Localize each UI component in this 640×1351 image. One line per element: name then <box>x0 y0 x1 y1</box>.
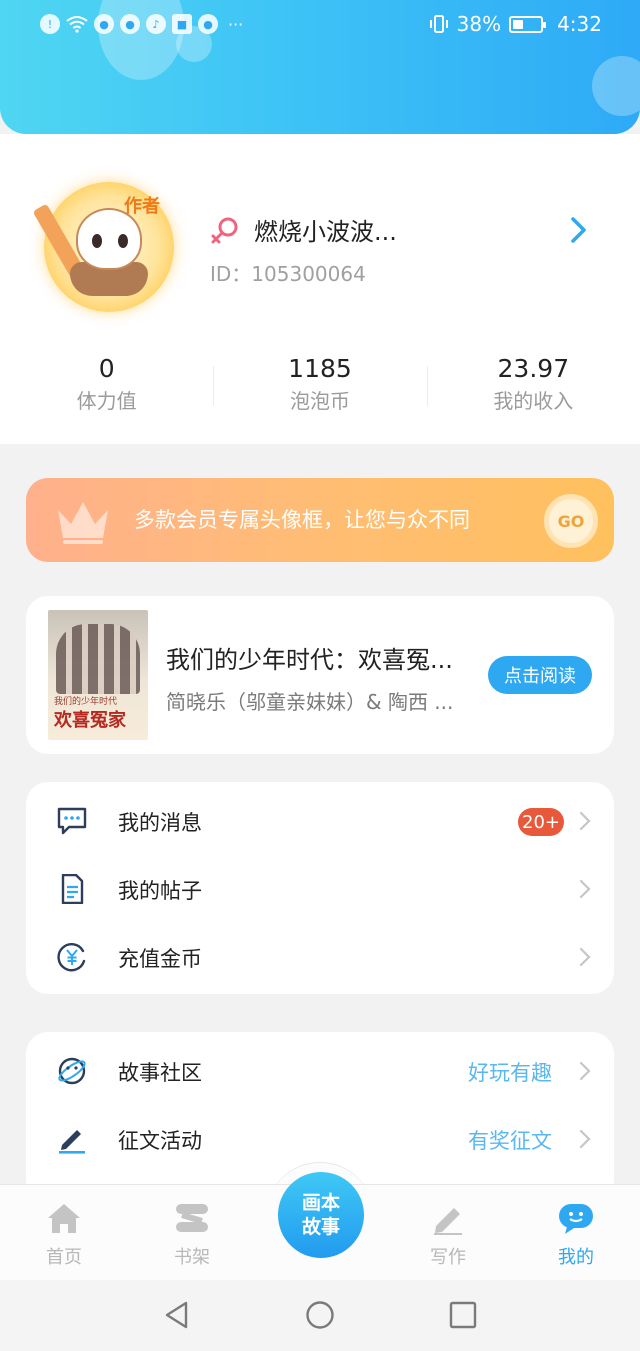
menu-card: 我的消息 20+ 我的帖子 充值金币 <box>26 782 614 994</box>
chevron-right-icon <box>579 1129 591 1149</box>
avatar[interactable]: 作者 <box>32 182 174 312</box>
document-icon <box>61 874 84 904</box>
vip-banner[interactable]: 多款会员专属头像框，让您与众不同 GO <box>26 478 614 562</box>
decorative-bubble <box>592 56 640 116</box>
system-navigation-bar <box>0 1280 640 1351</box>
chevron-right-icon <box>579 879 591 899</box>
battery-icon <box>509 15 547 33</box>
chevron-right-icon <box>579 1061 591 1081</box>
center-button-line1: 画本 <box>301 1192 340 1214</box>
yen-coin-icon <box>57 943 86 972</box>
music-icon: ♪ <box>146 14 166 34</box>
write-icon <box>434 1208 462 1235</box>
menu-item-recharge[interactable]: 充值金币 <box>26 922 614 990</box>
message-icon <box>57 807 87 835</box>
status-bar: ! ● ● ♪ ■ ● ··· 38% 4:32 <box>0 0 640 52</box>
tab-label: 首页 <box>46 1247 82 1268</box>
go-button[interactable]: GO <box>544 494 598 548</box>
stats-row: 0 体力值 1185 泡泡币 23.97 我的收入 <box>0 352 640 422</box>
back-triangle-icon[interactable] <box>162 1300 192 1330</box>
crown-icon <box>58 502 108 544</box>
book-card[interactable]: 我们的少年时代 欢喜冤家 我们的少年时代：欢喜冤... 简晓乐（邬童亲妹妹）& … <box>26 596 614 754</box>
stat-bubble-coins[interactable]: 1185 泡泡币 <box>213 352 426 422</box>
cover-illustration <box>56 624 140 694</box>
tab-write[interactable]: 写作 <box>384 1185 512 1280</box>
planet-icon <box>58 1057 86 1085</box>
home-icon <box>48 1204 80 1233</box>
menu-item-hint: 有奖征文 <box>468 1129 552 1153</box>
avatar-eye <box>118 234 128 248</box>
stat-label: 我的收入 <box>493 389 574 413</box>
home-circle-icon[interactable] <box>305 1300 335 1330</box>
story-center-button[interactable]: 画本 故事 <box>278 1172 364 1258</box>
game-icon: ■ <box>172 14 192 34</box>
wifi-icon <box>66 16 88 33</box>
recents-square-icon[interactable] <box>448 1300 478 1330</box>
menu-item-label: 故事社区 <box>118 1061 202 1085</box>
bookshelf-icon <box>176 1204 208 1232</box>
stat-value: 0 <box>98 354 115 383</box>
app-icon: ● <box>94 14 114 34</box>
menu-item-label: 征文活动 <box>118 1129 202 1153</box>
app-icon: ● <box>198 14 218 34</box>
stat-label: 泡泡币 <box>289 389 350 413</box>
book-title: 我们的少年时代：欢喜冤... <box>166 646 453 674</box>
read-button[interactable]: 点击阅读 <box>488 656 592 694</box>
profile-chat-icon <box>559 1204 593 1234</box>
vibrate-icon <box>429 15 448 33</box>
banner-text: 多款会员专属头像框，让您与众不同 <box>134 508 470 532</box>
stat-stamina[interactable]: 0 体力值 <box>0 352 213 422</box>
user-id: ID：105300064 <box>210 262 366 286</box>
tab-label: 我的 <box>558 1247 594 1268</box>
stat-value: 23.97 <box>497 354 570 383</box>
more-notifications: ··· <box>228 14 244 34</box>
author-tag: 作者 <box>124 196 160 217</box>
tab-bookshelf[interactable]: 书架 <box>128 1185 256 1280</box>
menu-item-hint: 好玩有趣 <box>468 1061 552 1085</box>
chevron-right-icon <box>579 811 591 831</box>
stat-label: 体力值 <box>76 389 137 413</box>
center-button-line2: 故事 <box>301 1216 340 1238</box>
nickname[interactable]: 燃烧小波波... <box>254 212 397 247</box>
chevron-right-icon <box>579 947 591 967</box>
app-icon: ● <box>120 14 140 34</box>
menu-item-label: 充值金币 <box>118 947 202 971</box>
book-cover: 我们的少年时代 欢喜冤家 <box>48 610 148 740</box>
unread-badge: 20+ <box>518 808 564 836</box>
menu-item-community[interactable]: 故事社区 好玩有趣 <box>26 1036 614 1104</box>
tab-label: 写作 <box>430 1247 466 1268</box>
avatar-eye <box>92 234 102 248</box>
menu-item-messages[interactable]: 我的消息 20+ <box>26 786 614 854</box>
info-icon: ! <box>40 14 60 34</box>
menu-item-label: 我的帖子 <box>118 879 202 903</box>
female-gender-icon <box>211 217 238 244</box>
battery-level <box>513 19 524 29</box>
tab-mine[interactable]: 我的 <box>512 1185 640 1280</box>
tab-home[interactable]: 首页 <box>0 1185 128 1280</box>
stat-value: 1185 <box>288 354 352 383</box>
profile-section: 作者 燃烧小波波... ID：105300064 0 体力值 1185 泡泡币 … <box>0 134 640 444</box>
menu-item-label: 我的消息 <box>118 811 202 835</box>
cover-title: 欢喜冤家 <box>54 710 126 731</box>
tab-label: 书架 <box>174 1247 210 1268</box>
battery-percent: 38% <box>456 12 502 36</box>
pen-icon <box>59 1130 85 1154</box>
stat-income[interactable]: 23.97 我的收入 <box>426 352 640 422</box>
status-time: 4:32 <box>557 12 602 36</box>
menu-item-posts[interactable]: 我的帖子 <box>26 854 614 922</box>
book-authors: 简晓乐（邬童亲妹妹）& 陶西 ... <box>166 690 454 714</box>
chevron-right-icon[interactable] <box>566 214 590 246</box>
